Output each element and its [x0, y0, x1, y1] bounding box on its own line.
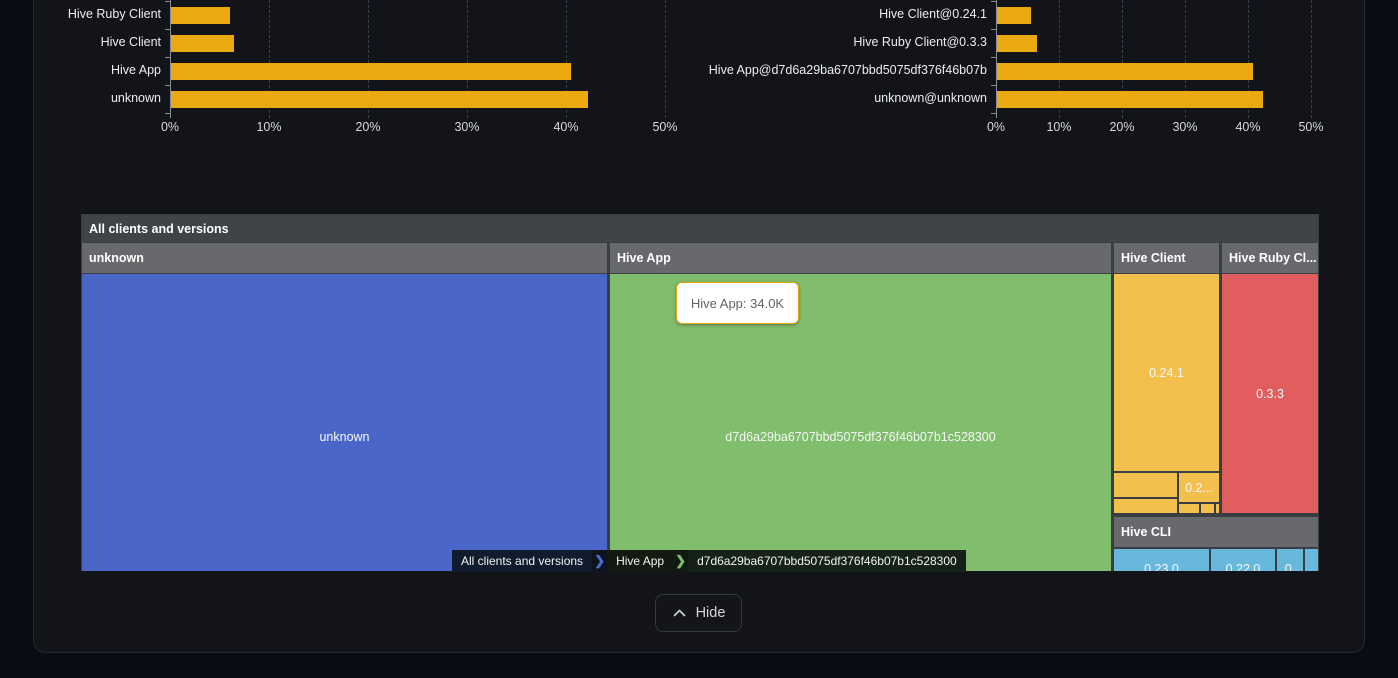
treemap-tile[interactable]: 0.23.0: [1114, 549, 1209, 571]
x-axis-tick-label: 10%: [1029, 120, 1089, 134]
axis-tick: [991, 29, 996, 30]
bar[interactable]: [997, 63, 1253, 80]
axis-tick: [991, 1, 996, 2]
treemap-section-header[interactable]: Hive Ruby Cl...: [1222, 243, 1318, 273]
grid-line: [1311, 0, 1312, 118]
bar[interactable]: [997, 7, 1031, 24]
treemap-tile-label: unknown: [319, 430, 369, 444]
treemap-section-header[interactable]: Hive Client: [1114, 243, 1219, 273]
treemap-tooltip: Hive App: 34.0K: [676, 282, 799, 324]
axis-tick: [991, 113, 996, 114]
bar[interactable]: [997, 91, 1263, 108]
x-axis-tick-label: 0%: [966, 120, 1026, 134]
treemap-tile[interactable]: 0.2...: [1179, 473, 1219, 502]
category-label: Hive Client@0.24.1: [667, 7, 987, 21]
tooltip-text: Hive App: 34.0K: [691, 296, 784, 311]
treemap-tile[interactable]: unknown: [82, 274, 607, 571]
treemap-tile[interactable]: 0.3.3: [1222, 274, 1318, 513]
bar[interactable]: [997, 35, 1037, 52]
client-stats-dashboard: Hive Ruby ClientHive ClientHive Appunkno…: [0, 0, 1398, 678]
x-axis-tick-label: 40%: [1218, 120, 1278, 134]
treemap-tile[interactable]: 0.22.0: [1211, 549, 1275, 571]
treemap-tile[interactable]: [1114, 473, 1177, 497]
treemap-section-header[interactable]: unknown: [82, 243, 607, 273]
breadcrumb-chevron-icon: ❯: [673, 550, 688, 572]
treemap-section-header[interactable]: Hive CLI: [1114, 517, 1318, 547]
treemap-tile-label: 0.24.1: [1149, 366, 1184, 380]
treemap-tile-label: 0.: [1285, 562, 1295, 571]
treemap-tile[interactable]: [1114, 499, 1177, 513]
treemap-breadcrumb: All clients and versions❯Hive App❯d7d6a2…: [452, 550, 966, 572]
treemap-tile-label: 0.22.0: [1226, 562, 1261, 571]
breadcrumb-item[interactable]: All clients and versions: [452, 550, 592, 572]
hide-button-label: Hide: [696, 605, 726, 621]
category-label: unknown@unknown: [667, 91, 987, 105]
treemap-section-header[interactable]: Hive App: [610, 243, 1111, 273]
client-versions-bar-chart: Hive Client@0.24.1 Hive Ruby Client@0.3.3…: [0, 0, 1398, 140]
category-label: Hive Ruby Client@0.3.3: [667, 35, 987, 49]
treemap-tile-label: 0.23.0: [1144, 562, 1179, 571]
axis-tick: [991, 85, 996, 86]
x-axis-tick-label: 50%: [1281, 120, 1341, 134]
treemap-tile[interactable]: [1179, 504, 1199, 513]
axis-tick: [991, 57, 996, 58]
treemap-tile-label: 0.3.3: [1256, 387, 1284, 401]
treemap-tile[interactable]: [1305, 549, 1318, 571]
clients-versions-treemap: All clients and versionsunknownunknownHi…: [81, 214, 1319, 571]
breadcrumb-item[interactable]: d7d6a29ba6707bbd5075df376f46b07b1c528300: [688, 550, 966, 572]
category-label: Hive App@d7d6a29ba6707bbd5075df376f46b07…: [667, 63, 987, 77]
x-axis-tick-label: 30%: [1155, 120, 1215, 134]
treemap-tile-label: d7d6a29ba6707bbd5075df376f46b07b1c528300: [725, 430, 995, 444]
treemap-title: All clients and versions: [82, 215, 1318, 242]
chevron-up-icon: [672, 607, 687, 619]
hide-button[interactable]: Hide: [655, 594, 742, 632]
treemap-tile[interactable]: 0.: [1277, 549, 1303, 571]
treemap-tile[interactable]: [1201, 504, 1214, 513]
breadcrumb-chevron-icon: ❯: [592, 550, 607, 572]
treemap-tile[interactable]: [1216, 504, 1219, 513]
x-axis-tick-label: 20%: [1092, 120, 1152, 134]
treemap-tile[interactable]: 0.24.1: [1114, 274, 1219, 471]
treemap-tile-label: 0.2...: [1185, 481, 1213, 495]
breadcrumb-item[interactable]: Hive App: [607, 550, 673, 572]
